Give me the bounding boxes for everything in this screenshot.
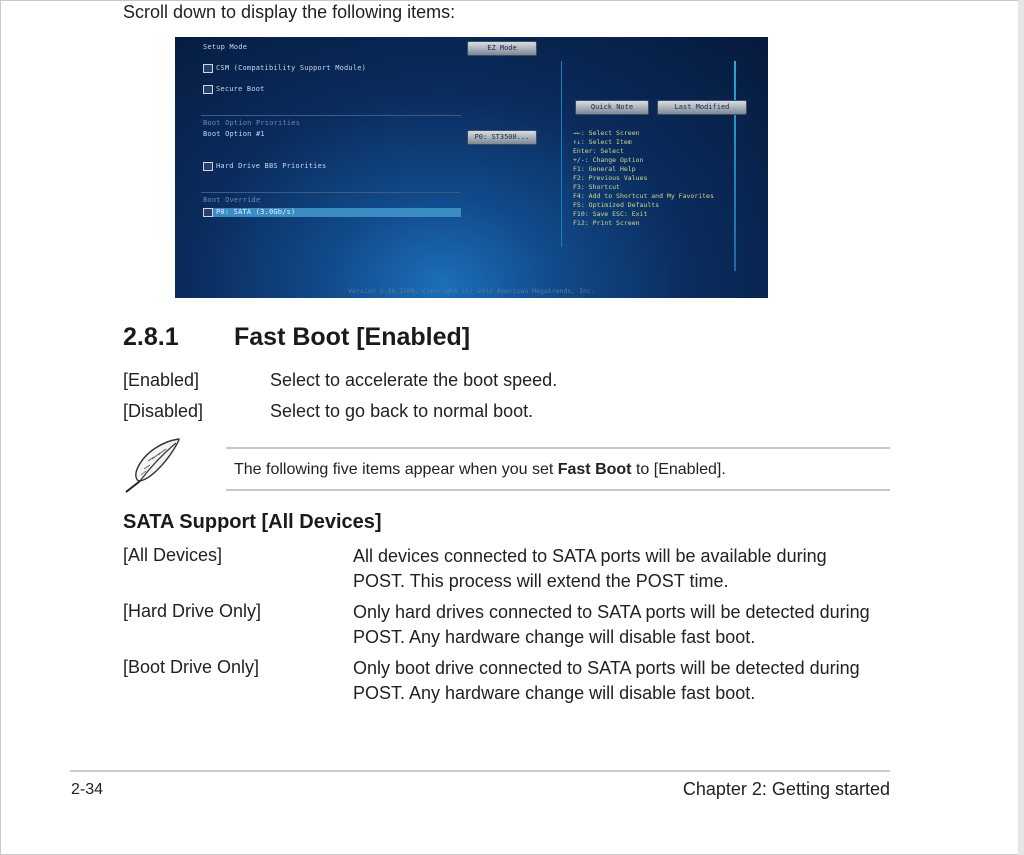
bios-legend-line: ↑↓: Select Item bbox=[573, 138, 632, 146]
bios-checkbox-icon bbox=[203, 64, 213, 73]
bios-screenshot: Setup Mode EZ Mode CSM (Compatibility Su… bbox=[175, 37, 768, 298]
bios-override-item: P0: SATA (3.0Gb/s) bbox=[216, 208, 296, 216]
sata-option-label: [All Devices] bbox=[123, 545, 223, 565]
bios-boot-option-value: P0: ST3500... bbox=[467, 130, 537, 145]
note-text-bold: Fast Boot bbox=[557, 461, 632, 478]
bios-legend-line: Enter: Select bbox=[573, 147, 624, 155]
note-top-rule bbox=[226, 447, 890, 449]
bios-legend-line: F2: Previous Values bbox=[573, 174, 648, 182]
bios-legend-line: F1: General Help bbox=[573, 165, 636, 173]
note-text-before: The following five items appear when you… bbox=[234, 461, 558, 478]
bios-legend-line: F4: Add to Shortcut and My Favorites bbox=[573, 192, 714, 200]
page-number: 2-34 bbox=[71, 781, 104, 798]
note-bottom-rule bbox=[226, 489, 890, 491]
bios-hdd-bbs: Hard Drive BBS Priorities bbox=[216, 162, 327, 170]
sata-desc-line: Only boot drive connected to SATA ports … bbox=[353, 658, 860, 678]
sata-desc-line: Only hard drives connected to SATA ports… bbox=[353, 602, 870, 622]
bios-last-modified-button: Last Modified bbox=[657, 100, 747, 115]
bios-vline bbox=[561, 61, 562, 247]
feather-note-icon bbox=[125, 438, 180, 493]
bios-separator bbox=[201, 115, 461, 116]
note-text-after: to [Enabled]. bbox=[631, 461, 726, 478]
bios-csm: CSM (Compatibility Support Module) bbox=[216, 64, 367, 72]
bios-boot-override: Boot Override bbox=[203, 196, 261, 204]
footer-rule bbox=[70, 770, 890, 772]
intro-text: Scroll down to display the following ite… bbox=[123, 2, 456, 22]
bios-separator bbox=[201, 192, 461, 193]
bios-secure-boot: Secure Boot bbox=[216, 85, 265, 93]
bios-checkbox-icon bbox=[203, 85, 213, 94]
option-label: [Enabled] bbox=[123, 370, 200, 390]
option-label: [Disabled] bbox=[123, 401, 204, 421]
bios-boot-priorities: Boot Option Priorities bbox=[203, 119, 301, 127]
sata-option-label: [Hard Drive Only] bbox=[123, 601, 262, 621]
sata-desc-line: All devices connected to SATA ports will… bbox=[353, 546, 827, 566]
option-desc: Select to go back to normal boot. bbox=[270, 401, 534, 421]
bios-legend-line: +/-: Change Option bbox=[573, 156, 644, 164]
bios-version: Version 2.10.1208. Copyright (C) 2012 Am… bbox=[348, 287, 595, 295]
bios-legend-line: F12: Print Screen bbox=[573, 219, 640, 227]
bios-legend-line: F3: Shortcut bbox=[573, 183, 620, 191]
note-text: The following five items appear when you… bbox=[234, 461, 726, 479]
bios-legend-line: F5: Optimized Defaults bbox=[573, 201, 660, 209]
bios-divider bbox=[734, 61, 736, 271]
sata-desc-line: POST. This process will extend the POST … bbox=[353, 571, 729, 591]
page-edge bbox=[1018, 0, 1024, 855]
sata-desc-line: POST. Any hardware change will disable f… bbox=[353, 683, 756, 703]
sata-option-desc: Only boot drive connected to SATA ports … bbox=[353, 656, 913, 706]
sata-title: SATA Support [All Devices] bbox=[123, 511, 382, 533]
bios-quick-note-button: Quick Note bbox=[575, 100, 649, 115]
sata-desc-line: POST. Any hardware change will disable f… bbox=[353, 627, 756, 647]
bios-checkbox-icon bbox=[203, 208, 213, 217]
bios-legend-line: F10: Save ESC: Exit bbox=[573, 210, 648, 218]
option-desc: Select to accelerate the boot speed. bbox=[270, 370, 558, 390]
bios-checkbox-icon bbox=[203, 162, 213, 171]
section-title: Fast Boot [Enabled] bbox=[234, 323, 471, 351]
bios-setup-mode: Setup Mode bbox=[203, 43, 248, 51]
sata-option-label: [Boot Drive Only] bbox=[123, 657, 260, 677]
bios-boot-option-1: Boot Option #1 bbox=[203, 130, 265, 138]
sata-option-desc: All devices connected to SATA ports will… bbox=[353, 544, 913, 594]
chapter-title: Chapter 2: Getting started bbox=[682, 779, 890, 799]
bios-ez-mode-button: EZ Mode bbox=[467, 41, 537, 56]
sata-option-desc: Only hard drives connected to SATA ports… bbox=[353, 600, 913, 650]
section-number: 2.8.1 bbox=[123, 323, 179, 351]
bios-legend-line: →←: Select Screen bbox=[573, 129, 640, 137]
